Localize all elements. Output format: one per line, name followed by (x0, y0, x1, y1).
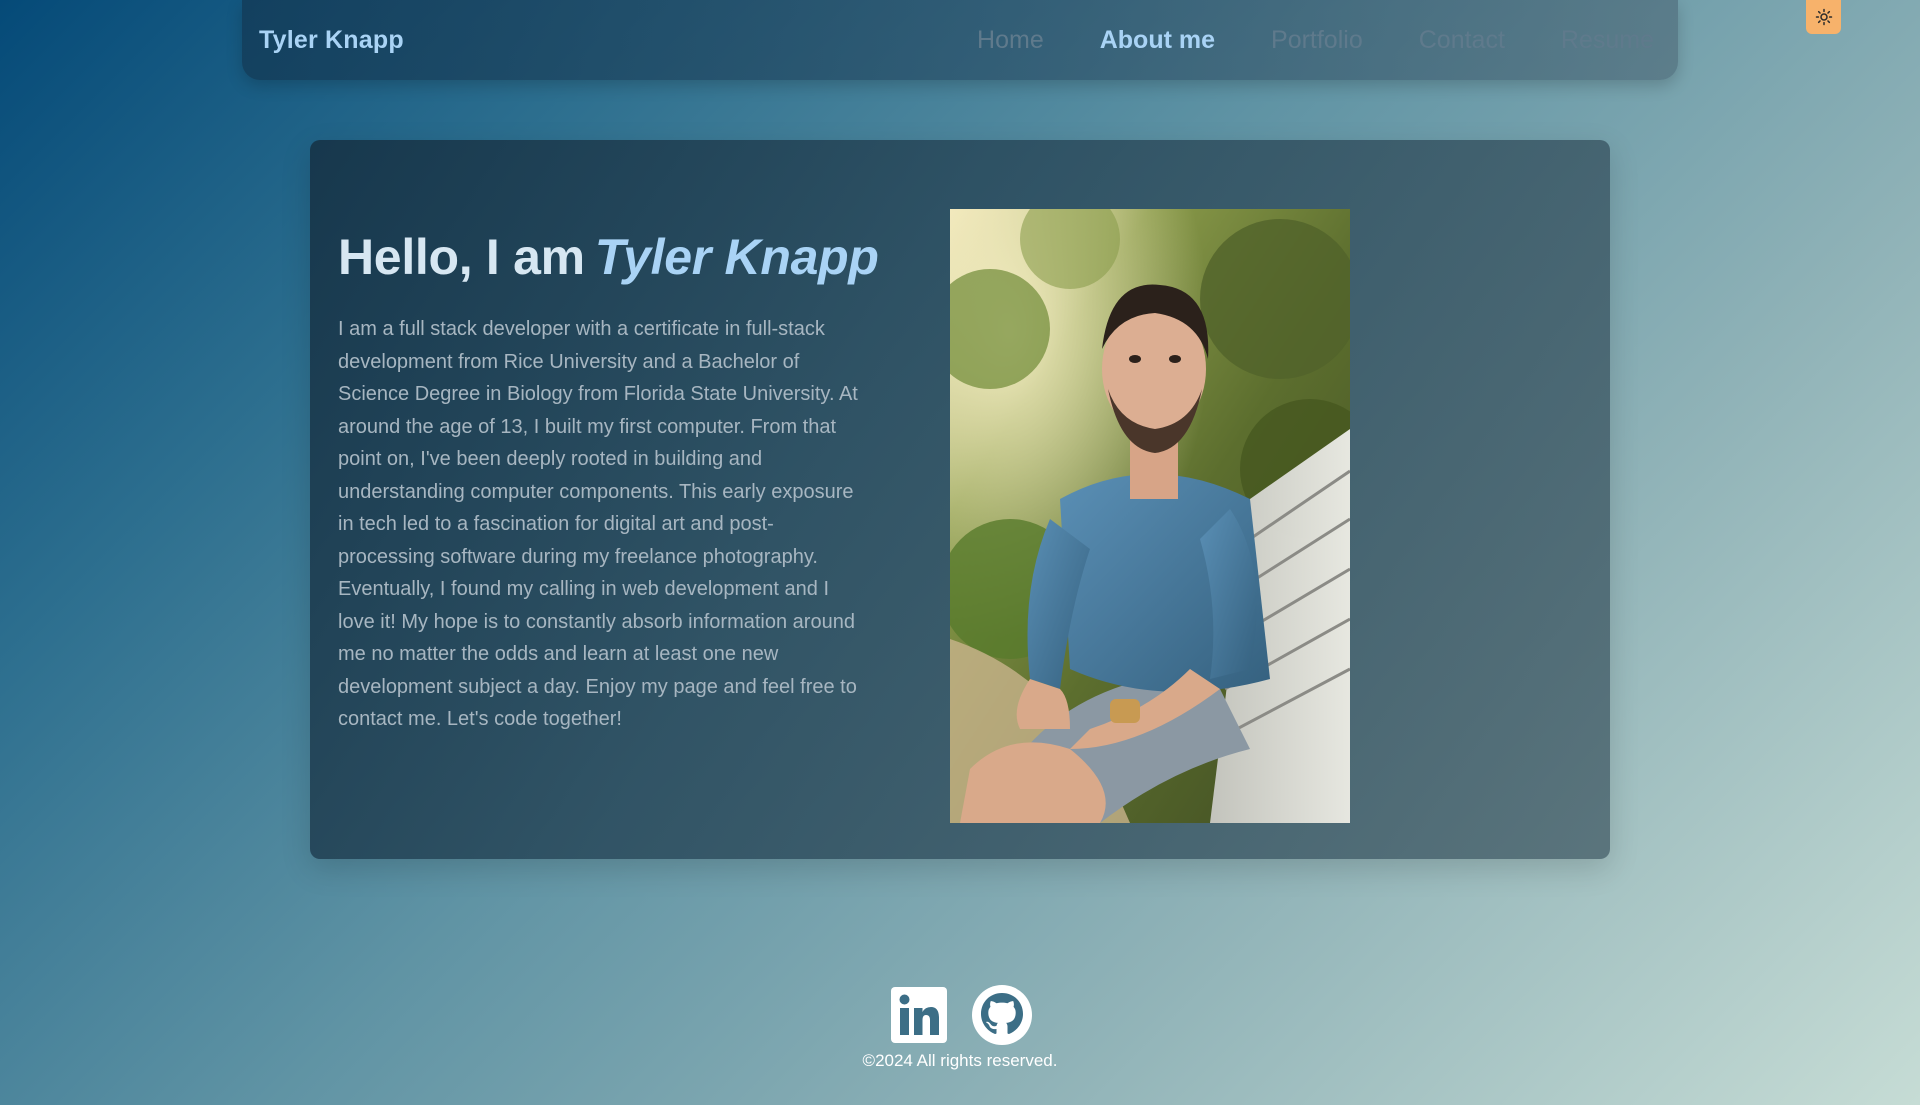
nav-links: Home About me Portfolio Contact Resume (921, 26, 1654, 55)
portrait-photo (950, 209, 1350, 823)
social-links (891, 984, 1033, 1046)
name-highlight: Tyler Knapp (594, 229, 879, 285)
nav-link-contact[interactable]: Contact (1419, 26, 1505, 55)
sun-icon (1815, 8, 1832, 26)
linkedin-icon[interactable] (891, 987, 947, 1043)
copyright-text: ©2024 All rights reserved. (862, 1051, 1058, 1070)
github-icon[interactable] (971, 984, 1033, 1046)
nav-link-home[interactable]: Home (977, 26, 1044, 55)
nav-link-portfolio[interactable]: Portfolio (1271, 26, 1363, 55)
brand-logo[interactable]: Tyler Knapp (259, 26, 404, 55)
portrait-illustration (950, 209, 1350, 823)
greeting-text: Hello, I am (338, 229, 585, 285)
bio-paragraph: I am a full stack developer with a certi… (338, 318, 858, 730)
theme-toggle-button[interactable] (1806, 0, 1841, 34)
about-card: Hello, I am Tyler Knapp I am a full stack… (310, 140, 1610, 859)
nav-link-about-me[interactable]: About me (1100, 26, 1215, 55)
nav-link-resume[interactable]: Resume (1561, 26, 1654, 55)
navbar: Tyler Knapp Home About me Portfolio Cont… (242, 0, 1678, 80)
about-headline: Hello, I am Tyler Knapp (338, 228, 879, 286)
